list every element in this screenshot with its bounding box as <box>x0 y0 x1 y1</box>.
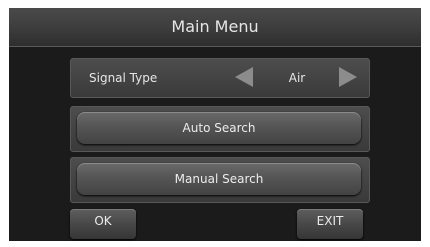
signal-type-value: Air <box>288 71 306 85</box>
signal-type-label: Signal Type <box>89 71 158 85</box>
auto-search-row: Auto Search <box>70 106 370 152</box>
exit-button[interactable]: EXIT <box>297 209 363 239</box>
exit-button-label: EXIT <box>316 214 344 228</box>
manual-search-button[interactable]: Manual Search <box>77 163 361 195</box>
page-title: Main Menu <box>171 17 259 36</box>
triangle-left-icon[interactable] <box>235 67 253 87</box>
auto-search-label: Auto Search <box>182 121 256 135</box>
title-bar: Main Menu <box>9 8 421 47</box>
osd-screen: Main Menu Signal Type Air Auto Search Ma… <box>9 8 421 241</box>
auto-search-button[interactable]: Auto Search <box>77 112 361 144</box>
triangle-right-icon[interactable] <box>339 67 357 87</box>
signal-type-row: Signal Type Air <box>70 58 370 98</box>
ok-button-label: OK <box>94 214 112 228</box>
ok-button[interactable]: OK <box>70 209 136 239</box>
manual-search-row: Manual Search <box>70 157 370 203</box>
manual-search-label: Manual Search <box>174 172 264 186</box>
